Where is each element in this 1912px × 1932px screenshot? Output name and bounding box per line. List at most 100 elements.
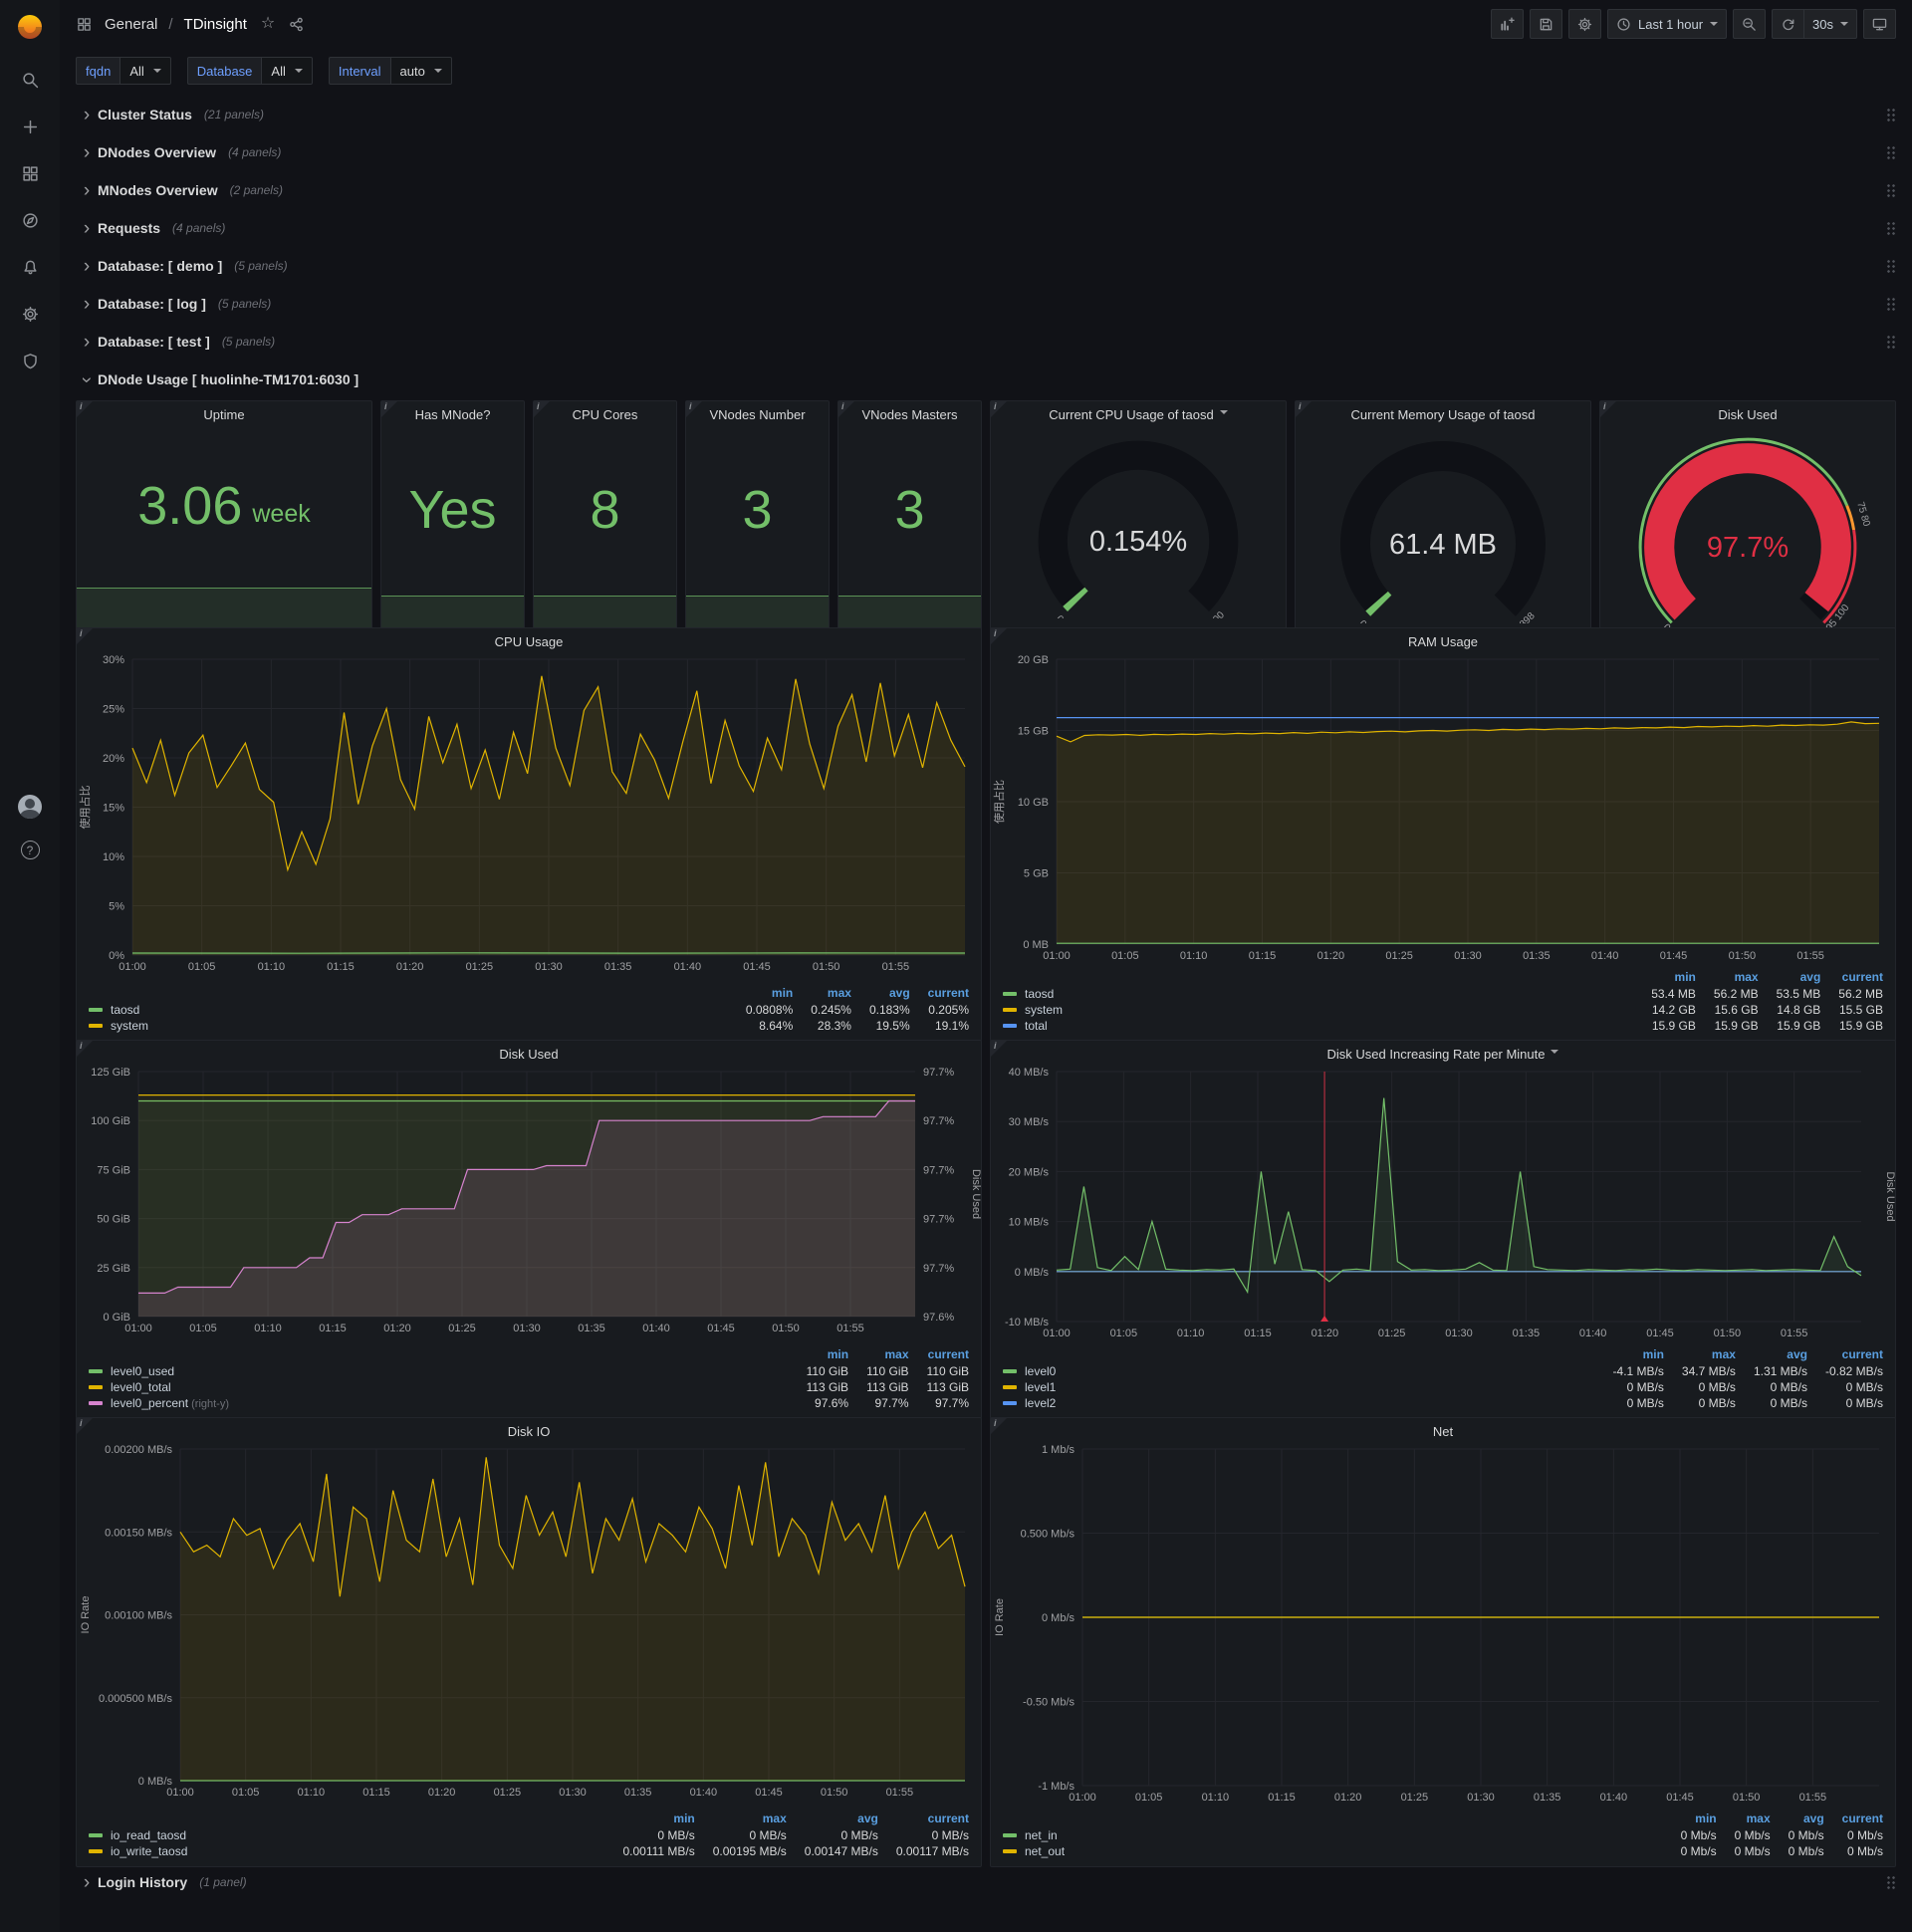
- dashboard-row-database-log[interactable]: › Database: [ log ] (5 panels): [76, 287, 1896, 321]
- legend-col-avg[interactable]: avg: [1761, 970, 1823, 986]
- ram-chart[interactable]: 20 GB 15 GB 10 GB 5 GB 0 MB 01:00 01:05 01:10 01…: [991, 651, 1895, 969]
- dashboard-row-dnode-usage[interactable]: › DNode Usage [ huolinhe-TM1701:6030 ]: [76, 362, 1896, 396]
- legend-col-avg[interactable]: avg: [1738, 1347, 1809, 1363]
- panel-info-icon[interactable]: i: [1600, 401, 1616, 417]
- search-icon[interactable]: [20, 70, 40, 90]
- panel-title[interactable]: CPU Cores: [534, 401, 676, 424]
- zoom-out-button[interactable]: [1733, 9, 1767, 39]
- legend-col-max[interactable]: max: [850, 1347, 910, 1363]
- panel-title[interactable]: Disk Used Increasing Rate per Minute: [991, 1041, 1895, 1064]
- disk_used-chart[interactable]: 125 GiB 97.7% 100 GiB 97.7% 75 GiB 97.7% 50 Gi…: [77, 1064, 981, 1346]
- series-name[interactable]: io_write_taosd: [111, 1844, 187, 1858]
- series-name[interactable]: level2: [1025, 1396, 1056, 1410]
- help-icon[interactable]: ?: [20, 841, 40, 859]
- series-name[interactable]: system: [111, 1019, 148, 1033]
- cpu-chart[interactable]: 30% 25% 20% 15% 10% 5% 0% 01:00 01:05 01:10 01:15 0…: [77, 651, 981, 985]
- panel-info-icon[interactable]: i: [77, 628, 93, 644]
- panel-title[interactable]: VNodes Number: [686, 401, 829, 424]
- legend-col-max[interactable]: max: [697, 1811, 789, 1827]
- series-name[interactable]: taosd: [1025, 987, 1054, 1001]
- breadcrumb-page[interactable]: TDinsight: [184, 16, 247, 33]
- legend-col-min[interactable]: min: [606, 1811, 696, 1827]
- legend-col-current[interactable]: current: [880, 1811, 971, 1827]
- panel-info-icon[interactable]: i: [991, 628, 1007, 644]
- dashboard-row-dnodes-overview[interactable]: › DNodes Overview (4 panels): [76, 135, 1896, 169]
- avatar[interactable]: [18, 795, 42, 819]
- drag-handle-icon[interactable]: [1886, 144, 1896, 160]
- disk_rate-chart[interactable]: 40 MB/s 30 MB/s 20 MB/s 10 MB/s 0 MB/s -10 MB…: [991, 1064, 1895, 1346]
- series-name[interactable]: level0: [1025, 1364, 1056, 1378]
- explore-compass-icon[interactable]: [20, 210, 40, 230]
- disk_io-chart[interactable]: 0.00200 MB/s 0.00150 MB/s 0.00100 MB/s 0.00…: [77, 1441, 981, 1811]
- panel-title[interactable]: Uptime: [77, 401, 371, 424]
- net-chart[interactable]: 1 Mb/s 0.500 Mb/s 0 Mb/s -0.50 Mb/s -1 Mb/s 0…: [991, 1441, 1895, 1811]
- legend-col-min[interactable]: min: [1665, 1811, 1719, 1827]
- legend-col-min[interactable]: min: [1635, 970, 1698, 986]
- panel-info-icon[interactable]: i: [991, 401, 1007, 417]
- series-name[interactable]: net_out: [1025, 1844, 1065, 1858]
- panel-info-icon[interactable]: i: [1296, 401, 1312, 417]
- dashboard-row-database-test[interactable]: › Database: [ test ] (5 panels): [76, 325, 1896, 359]
- panel-info-icon[interactable]: i: [77, 1418, 93, 1434]
- panel-title[interactable]: Has MNode?: [381, 401, 524, 424]
- dashboard-row-requests[interactable]: › Requests (4 panels): [76, 211, 1896, 245]
- drag-handle-icon[interactable]: [1886, 220, 1896, 236]
- panel-info-icon[interactable]: i: [686, 401, 702, 417]
- dashboard-row-login-history[interactable]: › Login History (1 panel): [76, 1865, 1896, 1899]
- variable-value-dropdown[interactable]: All: [120, 57, 171, 85]
- breadcrumb-section[interactable]: General: [105, 16, 157, 33]
- legend-col-current[interactable]: current: [912, 986, 971, 1002]
- legend-col-current[interactable]: current: [1826, 1811, 1885, 1827]
- dashboards-icon[interactable]: [20, 163, 40, 183]
- star-icon[interactable]: ☆: [261, 16, 275, 32]
- panel-title[interactable]: Disk Used: [77, 1041, 981, 1064]
- panel-info-icon[interactable]: i: [991, 1418, 1007, 1434]
- panel-title[interactable]: RAM Usage: [991, 628, 1895, 651]
- cycle-view-button[interactable]: [1863, 9, 1896, 39]
- legend-col-current[interactable]: current: [1809, 1347, 1885, 1363]
- panel-info-icon[interactable]: i: [534, 401, 550, 417]
- series-name[interactable]: net_in: [1025, 1828, 1058, 1842]
- server-admin-shield-icon[interactable]: [20, 351, 40, 370]
- panel-info-icon[interactable]: i: [991, 1041, 1007, 1057]
- share-icon[interactable]: [286, 14, 306, 34]
- variable-value-dropdown[interactable]: auto: [389, 57, 452, 85]
- grafana-logo[interactable]: [0, 0, 60, 54]
- panel-title[interactable]: CPU Usage: [77, 628, 981, 651]
- legend-col-min[interactable]: min: [791, 1347, 850, 1363]
- panel-title[interactable]: Current Memory Usage of taosd: [1296, 401, 1590, 424]
- series-name[interactable]: level0_percent: [111, 1396, 188, 1410]
- dashboard-grid-icon[interactable]: [74, 14, 94, 34]
- legend-col-avg[interactable]: avg: [1773, 1811, 1826, 1827]
- panel-info-icon[interactable]: i: [381, 401, 397, 417]
- series-name[interactable]: io_read_taosd: [111, 1828, 186, 1842]
- legend-col-min[interactable]: min: [1597, 1347, 1666, 1363]
- panel-info-icon[interactable]: i: [77, 1041, 93, 1057]
- create-add-icon[interactable]: [20, 117, 40, 136]
- series-name[interactable]: level0_total: [111, 1380, 171, 1394]
- drag-handle-icon[interactable]: [1886, 258, 1896, 274]
- panel-title[interactable]: VNodes Masters: [838, 401, 981, 424]
- panel-info-icon[interactable]: i: [838, 401, 854, 417]
- time-range-picker[interactable]: Last 1 hour: [1606, 9, 1728, 39]
- legend-col-current[interactable]: current: [911, 1347, 971, 1363]
- panel-title[interactable]: Disk IO: [77, 1418, 981, 1441]
- panel-title[interactable]: Disk Used: [1600, 401, 1895, 424]
- series-name[interactable]: system: [1025, 1003, 1063, 1017]
- series-name[interactable]: level0_used: [111, 1364, 174, 1378]
- series-name[interactable]: taosd: [111, 1003, 139, 1017]
- dashboard-row-cluster-status[interactable]: › Cluster Status (21 panels): [76, 98, 1896, 131]
- configuration-gear-icon[interactable]: [20, 304, 40, 324]
- panel-info-icon[interactable]: i: [77, 401, 93, 417]
- dashboard-row-mnodes-overview[interactable]: › MNodes Overview (2 panels): [76, 173, 1896, 207]
- legend-col-max[interactable]: max: [1698, 970, 1761, 986]
- panel-title[interactable]: Current CPU Usage of taosd: [991, 401, 1286, 424]
- legend-col-current[interactable]: current: [1822, 970, 1885, 986]
- add-panel-button[interactable]: [1490, 9, 1524, 39]
- series-name[interactable]: level1: [1025, 1380, 1056, 1394]
- refresh-button[interactable]: [1772, 9, 1805, 39]
- drag-handle-icon[interactable]: [1886, 182, 1896, 198]
- panel-title[interactable]: Net: [991, 1418, 1895, 1441]
- legend-col-avg[interactable]: avg: [853, 986, 912, 1002]
- dashboard-settings-button[interactable]: [1567, 9, 1601, 39]
